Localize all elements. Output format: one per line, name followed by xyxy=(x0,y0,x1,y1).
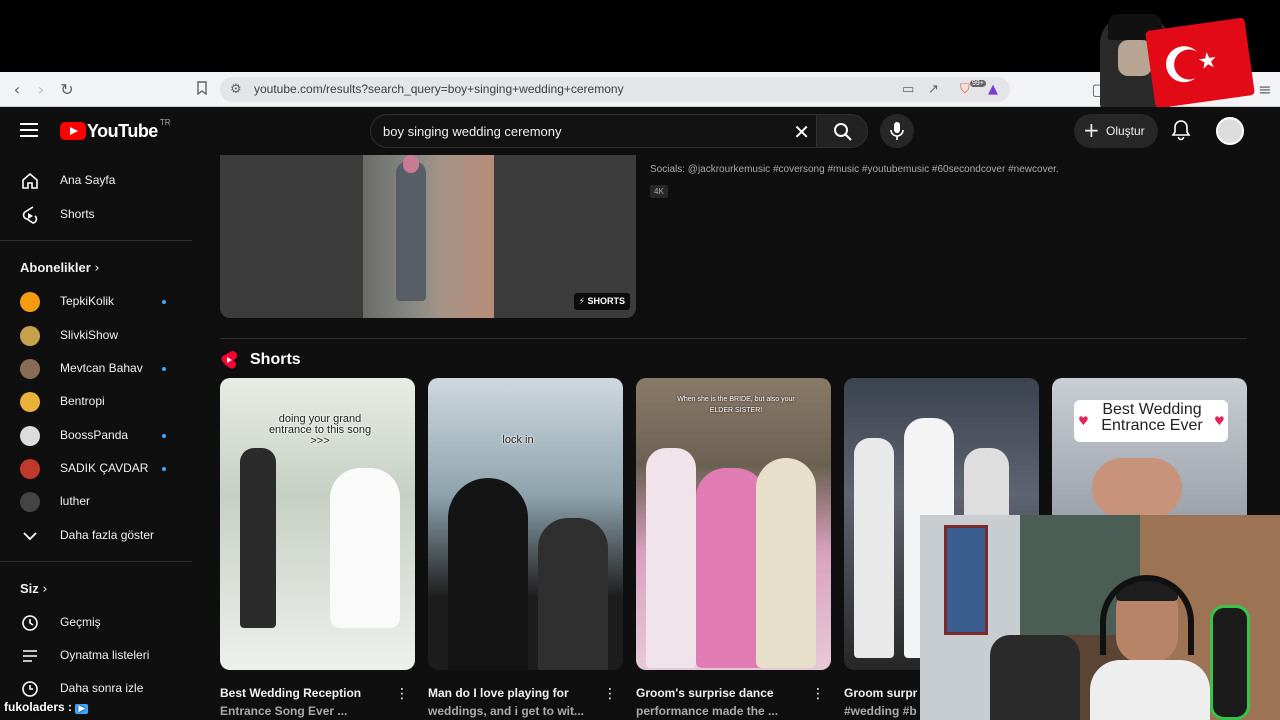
youtube-header: YouTube TR boy singing wedding ceremony … xyxy=(0,107,1280,155)
sidebar-channel[interactable]: Mevtcan Bahav xyxy=(0,351,190,385)
rewards-icon[interactable]: ▲ xyxy=(988,82,998,97)
create-button[interactable]: + Oluştur xyxy=(1074,114,1158,148)
browser-toolbar: ‹ › ↻ ⚙ youtube.com/results?search_query… xyxy=(0,72,1280,107)
cast-icon[interactable]: ▭ xyxy=(902,82,914,97)
short-card[interactable]: When she is the BRIDE, but also your ELD… xyxy=(636,378,831,718)
more-options-icon[interactable]: ⋮ xyxy=(603,686,617,702)
short-title[interactable]: Groom's surprise dance xyxy=(636,686,774,700)
shorts-logo-icon xyxy=(221,350,238,369)
new-content-dot xyxy=(162,434,166,438)
url-text: youtube.com/results?search_query=boy+sin… xyxy=(254,82,624,96)
channel-avatar xyxy=(20,426,40,446)
reload-icon[interactable]: ↻ xyxy=(58,81,76,99)
show-more-button[interactable]: Daha fazla göster xyxy=(0,518,190,552)
channel-avatar xyxy=(20,292,40,312)
channel-avatar xyxy=(20,392,40,412)
sidebar-channel[interactable]: SlivkiShow xyxy=(0,318,190,352)
section-divider xyxy=(220,338,1247,339)
short-thumbnail[interactable]: doing your grand entrance to this song >… xyxy=(220,378,415,670)
extension-badge: 99+ xyxy=(970,80,986,87)
brave-shield-icon[interactable]: ⛉ xyxy=(960,82,970,97)
search-input[interactable]: boy singing wedding ceremony ✕ xyxy=(370,114,816,148)
sidebar-channel[interactable]: Bentropi xyxy=(0,384,190,418)
forward-icon[interactable]: › xyxy=(32,81,50,99)
more-options-icon[interactable]: ⋮ xyxy=(811,686,825,702)
short-thumbnail[interactable]: When she is the BRIDE, but also your ELD… xyxy=(636,378,831,670)
play-icon: ▶ xyxy=(75,704,89,714)
more-options-icon[interactable]: ⋮ xyxy=(395,686,409,702)
short-card[interactable]: lock in Man do I love playing for weddin… xyxy=(428,378,623,718)
stream-watermark: fukoladers : ▶ xyxy=(4,700,89,714)
sidebar: Ana Sayfa Shorts Abonelikler › TepkiKoli… xyxy=(0,155,200,720)
new-content-dot xyxy=(162,467,166,471)
home-icon xyxy=(22,172,38,189)
sidebar-item-history[interactable]: Geçmiş xyxy=(0,605,190,639)
previous-video-thumbnail[interactable]: ⚡ SHORTS xyxy=(220,155,636,318)
stream-top-strip xyxy=(0,0,1280,72)
short-thumbnail[interactable]: lock in xyxy=(428,378,623,670)
channel-avatar xyxy=(20,326,40,346)
new-content-dot xyxy=(162,367,166,371)
search-icon xyxy=(834,123,852,141)
you-heading[interactable]: Siz › xyxy=(20,581,48,597)
browser-menu-icon[interactable]: ≡ xyxy=(1256,81,1274,99)
address-bar[interactable]: ⚙ youtube.com/results?search_query=boy+s… xyxy=(220,77,1010,102)
shorts-badge: ⚡ SHORTS xyxy=(573,293,630,310)
notifications-bell-icon[interactable] xyxy=(1170,119,1192,141)
bookmark-icon[interactable] xyxy=(193,81,211,99)
site-settings-icon[interactable]: ⚙ xyxy=(230,82,242,97)
sidebar-channel[interactable]: TepkiKolik xyxy=(0,284,190,318)
video-description: Socials: @jackrourkemusic #coversong #mu… xyxy=(650,164,1059,175)
chevron-down-icon xyxy=(23,532,37,541)
account-avatar[interactable] xyxy=(1216,117,1244,145)
sidebar-divider xyxy=(0,240,192,241)
short-title[interactable]: Best Wedding Reception xyxy=(220,686,361,700)
share-icon[interactable]: ↗ xyxy=(928,82,939,97)
sidebar-item-home[interactable]: Ana Sayfa xyxy=(0,163,190,197)
history-icon xyxy=(22,615,38,631)
back-icon[interactable]: ‹ xyxy=(8,81,26,99)
webcam-overlay xyxy=(920,515,1280,720)
short-title-line2[interactable]: Entrance Song Ever ... xyxy=(220,704,347,718)
sidebar-item-shorts[interactable]: Shorts xyxy=(0,197,190,231)
sidebar-item-playlists[interactable]: Oynatma listeleri xyxy=(0,638,190,672)
search-button[interactable] xyxy=(816,114,868,148)
menu-icon[interactable] xyxy=(20,123,38,137)
playlists-icon xyxy=(23,650,37,662)
sidebar-channel[interactable]: luther xyxy=(0,484,190,518)
short-title-line2[interactable]: performance made the ... xyxy=(636,704,778,718)
sidebar-divider xyxy=(0,561,192,562)
new-content-dot xyxy=(162,300,166,304)
turkish-flag-decoration: ★ xyxy=(1145,17,1255,109)
channel-avatar xyxy=(20,459,40,479)
channel-avatar xyxy=(20,359,40,379)
voice-search-button[interactable] xyxy=(880,114,914,148)
sidebar-channel[interactable]: BoossPanda xyxy=(0,418,190,452)
youtube-play-icon xyxy=(60,122,86,140)
shorts-icon xyxy=(22,206,38,224)
short-title[interactable]: Groom surpr xyxy=(844,686,917,700)
sidebar-channel[interactable]: SADIK ÇAVDAR xyxy=(0,451,190,485)
short-title-line2[interactable]: #wedding #b xyxy=(844,704,917,718)
heart-icon: ♥ xyxy=(1078,414,1089,428)
clear-search-icon[interactable]: ✕ xyxy=(793,120,810,144)
short-title-line2[interactable]: weddings, and i get to wit... xyxy=(428,704,584,718)
short-card[interactable]: doing your grand entrance to this song >… xyxy=(220,378,415,718)
subscriptions-heading[interactable]: Abonelikler › xyxy=(20,260,100,276)
plus-icon: + xyxy=(1083,118,1100,142)
short-overlay-title: Best Wedding Entrance Ever xyxy=(1101,401,1203,434)
channel-avatar xyxy=(20,492,40,512)
short-title[interactable]: Man do I love playing for xyxy=(428,686,569,700)
youtube-logo[interactable]: YouTube TR xyxy=(60,118,171,141)
heart-icon: ♥ xyxy=(1214,414,1225,428)
search-query: boy singing wedding ceremony xyxy=(383,124,562,139)
microphone-icon xyxy=(890,122,904,140)
watch-later-icon xyxy=(22,681,38,697)
quality-badge: 4K xyxy=(650,185,668,198)
